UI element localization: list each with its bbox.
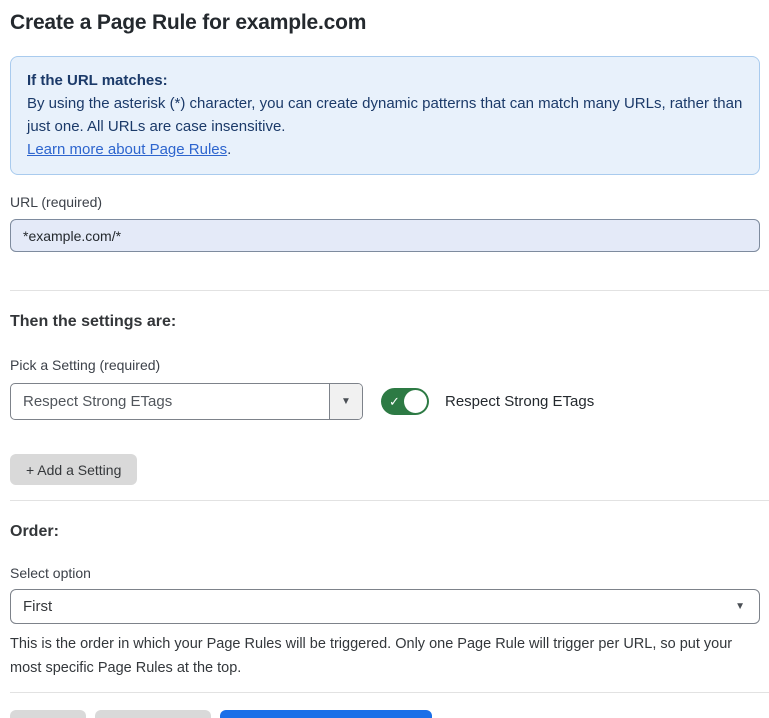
footer-actions: Cancel Save as Draft Save and Deploy Pag… <box>10 710 760 718</box>
setting-dropdown[interactable]: Respect Strong ETags ▼ <box>10 383 363 420</box>
order-help-text: This is the order in which your Page Rul… <box>10 632 752 680</box>
url-match-info-box: If the URL matches: By using the asteris… <box>10 56 760 175</box>
order-select-value: First <box>23 598 735 615</box>
divider <box>10 500 769 501</box>
chevron-down-icon: ▼ <box>341 396 351 407</box>
order-select[interactable]: First ▼ <box>10 589 760 624</box>
save-and-deploy-button[interactable]: Save and Deploy Page Rule <box>220 710 432 718</box>
info-box-link-line: Learn more about Page Rules. <box>27 138 743 161</box>
order-select-label: Select option <box>10 565 760 582</box>
setting-row: Respect Strong ETags ▼ ✓ Respect Strong … <box>10 383 760 420</box>
learn-more-link[interactable]: Learn more about Page Rules <box>27 141 227 158</box>
info-box-body: By using the asterisk (*) character, you… <box>27 92 743 138</box>
divider <box>10 290 769 291</box>
toggle-label: Respect Strong ETags <box>445 393 594 410</box>
check-icon: ✓ <box>389 393 400 410</box>
save-as-draft-button[interactable]: Save as Draft <box>95 710 212 718</box>
url-field-label: URL (required) <box>10 194 760 211</box>
link-period: . <box>227 141 231 158</box>
order-section-heading: Order: <box>10 522 760 541</box>
page-title: Create a Page Rule for example.com <box>10 0 760 35</box>
settings-section-heading: Then the settings are: <box>10 312 760 331</box>
chevron-down-icon: ▼ <box>735 601 745 612</box>
setting-dropdown-button[interactable]: ▼ <box>329 384 362 419</box>
add-setting-button[interactable]: + Add a Setting <box>10 454 137 485</box>
setting-dropdown-value: Respect Strong ETags <box>11 384 329 419</box>
create-page-rule-form: Create a Page Rule for example.com If th… <box>0 0 769 718</box>
divider <box>10 692 769 693</box>
pick-setting-label: Pick a Setting (required) <box>10 357 760 374</box>
url-input[interactable] <box>10 219 760 252</box>
etag-toggle[interactable]: ✓ <box>381 388 429 415</box>
info-box-heading: If the URL matches: <box>27 69 743 92</box>
toggle-knob <box>404 390 427 413</box>
cancel-button[interactable]: Cancel <box>10 710 86 718</box>
